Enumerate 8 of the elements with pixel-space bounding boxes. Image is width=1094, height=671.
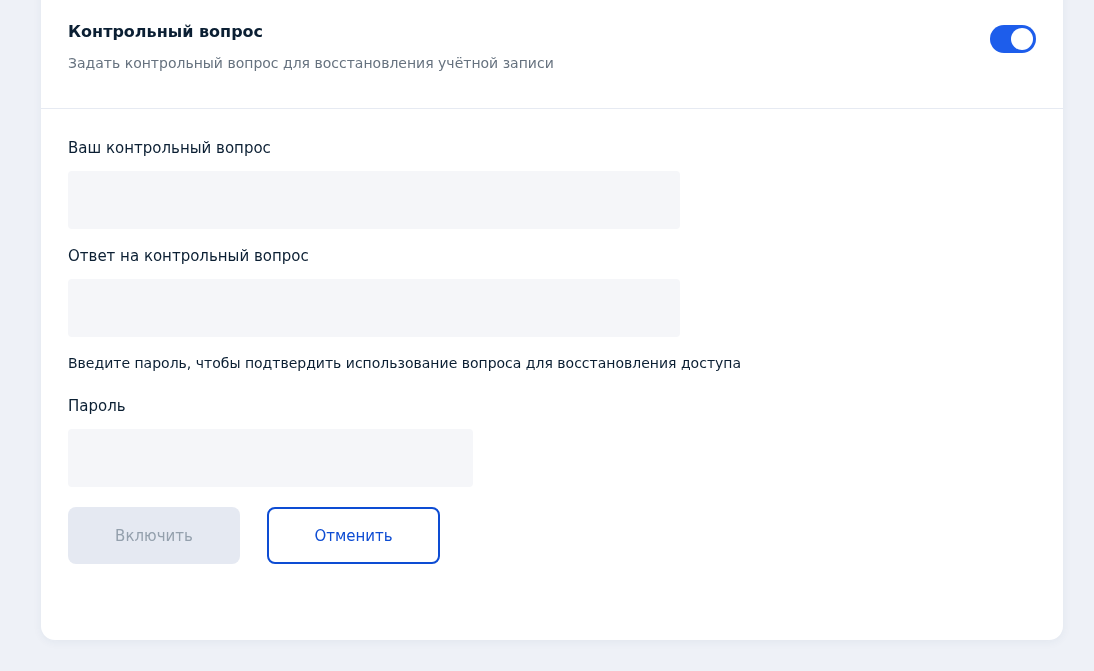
field-label: Ваш контрольный вопрос — [68, 139, 272, 157]
toggle-switch[interactable] — [990, 25, 1036, 53]
password-note: Введите пароль, чтобы подтвердить использование вопроса для восстановления доступа — [68, 355, 743, 371]
section-title: Контрольный вопрос — [68, 22, 265, 41]
field-label: Ответ на контрольный вопрос — [68, 247, 310, 265]
field-label: Пароль — [68, 397, 127, 415]
cancel-button[interactable]: Отменить — [267, 507, 440, 564]
section-subtitle: Задать контрольный вопрос для восстановления учётной записи — [68, 55, 554, 71]
